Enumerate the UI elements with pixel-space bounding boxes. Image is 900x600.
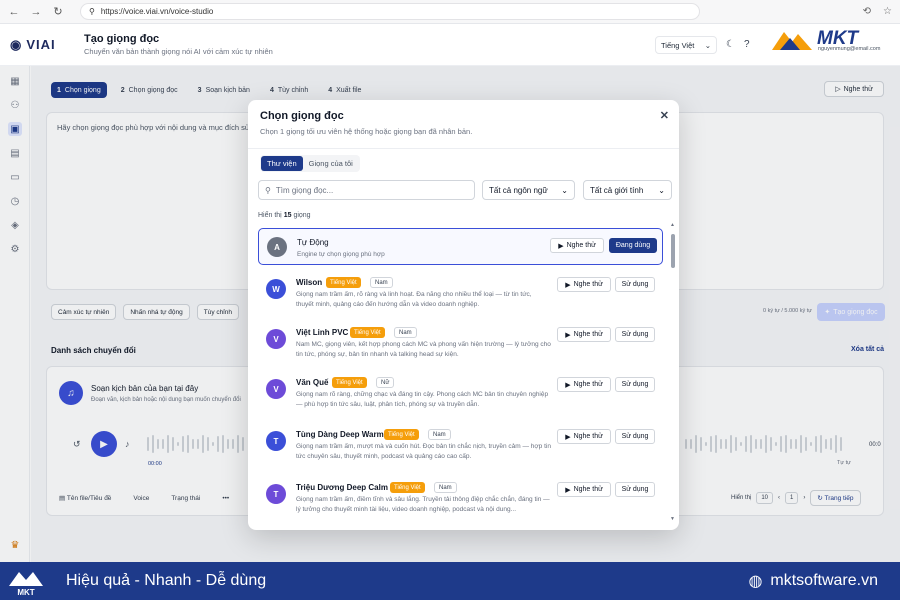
voice-description: Nam MC, giọng viên, kết hợp phong cách M… — [296, 341, 551, 358]
footer-slogan: Hiệu quả - Nhanh - Dễ dùng — [66, 572, 267, 589]
voice-description: Giọng nam trầm ấm, điềm tĩnh và sâu lắng… — [296, 496, 550, 513]
gender-badge: Nữ — [376, 377, 395, 388]
footer-logo: MKT — [0, 566, 52, 596]
language-badge: Tiếng Việt — [326, 277, 361, 288]
listen-button[interactable]: ▶ Nghe thử — [550, 238, 604, 253]
play-icon: ▶ — [558, 242, 564, 250]
gender-badge: Nam — [428, 429, 451, 440]
browser-toolbar: ← → ↻ ⚲ https://voice.viai.vn/voice-stud… — [0, 0, 900, 24]
chevron-down-icon: ⌄ — [658, 185, 665, 195]
modal-divider — [248, 148, 679, 149]
bookmark-star-icon[interactable]: ☆ — [883, 6, 892, 17]
play-icon: ▶ — [565, 433, 571, 441]
address-bar[interactable]: ⚲ https://voice.viai.vn/voice-studio — [80, 3, 700, 20]
voice-name: Văn Quế — [296, 378, 329, 387]
page-title: Tạo giọng đọc — [84, 33, 160, 45]
url-text: https://voice.viai.vn/voice-studio — [100, 7, 214, 16]
avatar: V — [266, 329, 286, 349]
voice-name: Triệu Dương Deep Calm — [296, 483, 388, 492]
avatar: T — [266, 431, 286, 451]
listen-button[interactable]: ▶ Nghe thử — [557, 377, 611, 392]
forward-icon[interactable]: → — [30, 6, 42, 18]
gender-filter-select[interactable]: Tất cả giới tính ⌄ — [583, 180, 672, 200]
globe-icon: ◍ — [748, 573, 763, 590]
app-header: ◉ VIAI Tạo giọng đọc Chuyển văn bản thàn… — [0, 24, 900, 66]
use-button[interactable]: Sử dụng — [615, 327, 655, 342]
mkt-brand-logo: MKT — [770, 24, 892, 54]
voice-name: Wilson — [296, 278, 323, 287]
modal-subtitle: Chọn 1 giọng tối ưu viên hệ thống hoặc g… — [260, 127, 473, 136]
robot-icon: ◉ — [10, 36, 23, 52]
voice-name: Tùng Dàng Deep Warm — [296, 430, 384, 439]
help-icon[interactable]: ? — [744, 39, 750, 50]
close-icon[interactable]: ✕ — [660, 109, 669, 122]
mkt-mountain-icon: MKT — [9, 572, 43, 596]
modal-title: Chọn giọng đọc — [260, 110, 344, 122]
listen-button[interactable]: ▶ Nghe thử — [557, 482, 611, 497]
voice-picker-modal: Chọn giọng đọc Chọn 1 giọng tối ưu viên … — [248, 100, 679, 530]
play-icon: ▶ — [565, 331, 571, 339]
chevron-down-icon: ⌄ — [704, 40, 711, 50]
language-select[interactable]: Tiếng Việt ⌄ — [655, 36, 717, 54]
listen-button[interactable]: ▶ Nghe thử — [557, 429, 611, 444]
avatar: A — [267, 237, 287, 257]
gender-badge: Nam — [434, 482, 457, 493]
use-button[interactable]: Sử dụng — [615, 377, 655, 392]
tab-library[interactable]: Thư viện — [261, 156, 303, 171]
voice-source-tabs: Thư viện Giọng của tôi — [260, 155, 360, 172]
page-subtitle: Chuyển văn bản thành giọng nói AI với cả… — [84, 47, 273, 56]
scroll-down-icon[interactable]: ▼ — [670, 516, 675, 522]
use-button[interactable]: Sử dụng — [615, 277, 655, 292]
list-item[interactable]: T Tùng Dàng Deep Warm Tiếng Việt Nam Giọ… — [258, 424, 663, 472]
voice-list: A Tự Động Engine tự chọn giọng phù hợp ▶… — [258, 228, 664, 524]
voice-list-scrollbar[interactable]: ▲ ▼ — [670, 222, 675, 522]
listen-button[interactable]: ▶ Nghe thử — [557, 277, 611, 292]
dark-mode-icon[interactable]: ☾ — [726, 39, 735, 50]
voice-description: Giọng nam trầm ấm, rõ ràng và linh hoạt.… — [296, 291, 532, 308]
avatar: W — [266, 279, 286, 299]
translate-icon[interactable]: ⟲ — [863, 6, 871, 17]
mountain-logo-icon — [772, 32, 812, 50]
language-badge: Tiếng Việt — [350, 327, 385, 338]
voice-description: Giọng nam rõ ràng, chững chạc và đáng ti… — [296, 391, 549, 408]
voice-description: Giọng nam trầm ấm, mượt mà và cuốn hút. … — [296, 443, 551, 460]
listen-button[interactable]: ▶ Nghe thử — [557, 327, 611, 342]
play-icon: ▶ — [565, 486, 571, 494]
language-badge: Tiếng Việt — [384, 429, 419, 440]
voice-name: Việt Linh PVC — [296, 328, 349, 337]
using-button[interactable]: Đang dùng — [609, 238, 657, 253]
language-filter-select[interactable]: Tất cả ngôn ngữ ⌄ — [482, 180, 575, 200]
footer-website[interactable]: ◍ mktsoftware.vn — [748, 571, 878, 591]
gender-badge: Nam — [394, 327, 417, 338]
list-item[interactable]: W Wilson Tiếng Việt Nam Giọng nam trầm ấ… — [258, 272, 663, 320]
language-badge: Tiếng Việt — [390, 482, 425, 493]
footer-banner: MKT Hiệu quả - Nhanh - Dễ dùng ◍ mktsoft… — [0, 562, 900, 600]
voice-description: Engine tự chọn giọng phù hợp — [297, 251, 385, 258]
back-icon[interactable]: ← — [8, 6, 20, 18]
list-item[interactable]: V Văn Quế Tiếng Việt Nữ Giọng nam rõ ràn… — [258, 372, 663, 420]
site-info-icon[interactable]: ⚲ — [89, 7, 95, 16]
avatar: V — [266, 379, 286, 399]
tab-my-voices[interactable]: Giọng của tôi — [303, 156, 359, 171]
list-item[interactable]: A Tự Động Engine tự chọn giọng phù hợp ▶… — [258, 228, 663, 265]
chevron-down-icon: ⌄ — [561, 185, 568, 195]
list-item[interactable]: V Việt Linh PVC Tiếng Việt Nam Nam MC, g… — [258, 322, 663, 370]
use-button[interactable]: Sử dụng — [615, 482, 655, 497]
voice-search-input[interactable]: ⚲ Tìm giọng đọc... — [258, 180, 475, 200]
use-button[interactable]: Sử dụng — [615, 429, 655, 444]
play-icon: ▶ — [565, 281, 571, 289]
gender-badge: Nam — [370, 277, 393, 288]
app-logo[interactable]: ◉ VIAI — [0, 37, 68, 53]
voice-name: Tự Động — [297, 238, 329, 247]
svg-text:MKT: MKT — [17, 588, 34, 596]
reload-icon[interactable]: ↻ — [52, 6, 64, 18]
scroll-up-icon[interactable]: ▲ — [670, 222, 675, 228]
scroll-thumb[interactable] — [671, 234, 675, 268]
avatar: T — [266, 484, 286, 504]
voice-count: Hiển thị 15 giọng — [258, 212, 311, 219]
language-badge: Tiếng Việt — [332, 377, 367, 388]
play-icon: ▶ — [565, 381, 571, 389]
list-item[interactable]: T Triệu Dương Deep Calm Tiếng Việt Nam G… — [258, 477, 663, 525]
search-icon: ⚲ — [265, 185, 271, 195]
